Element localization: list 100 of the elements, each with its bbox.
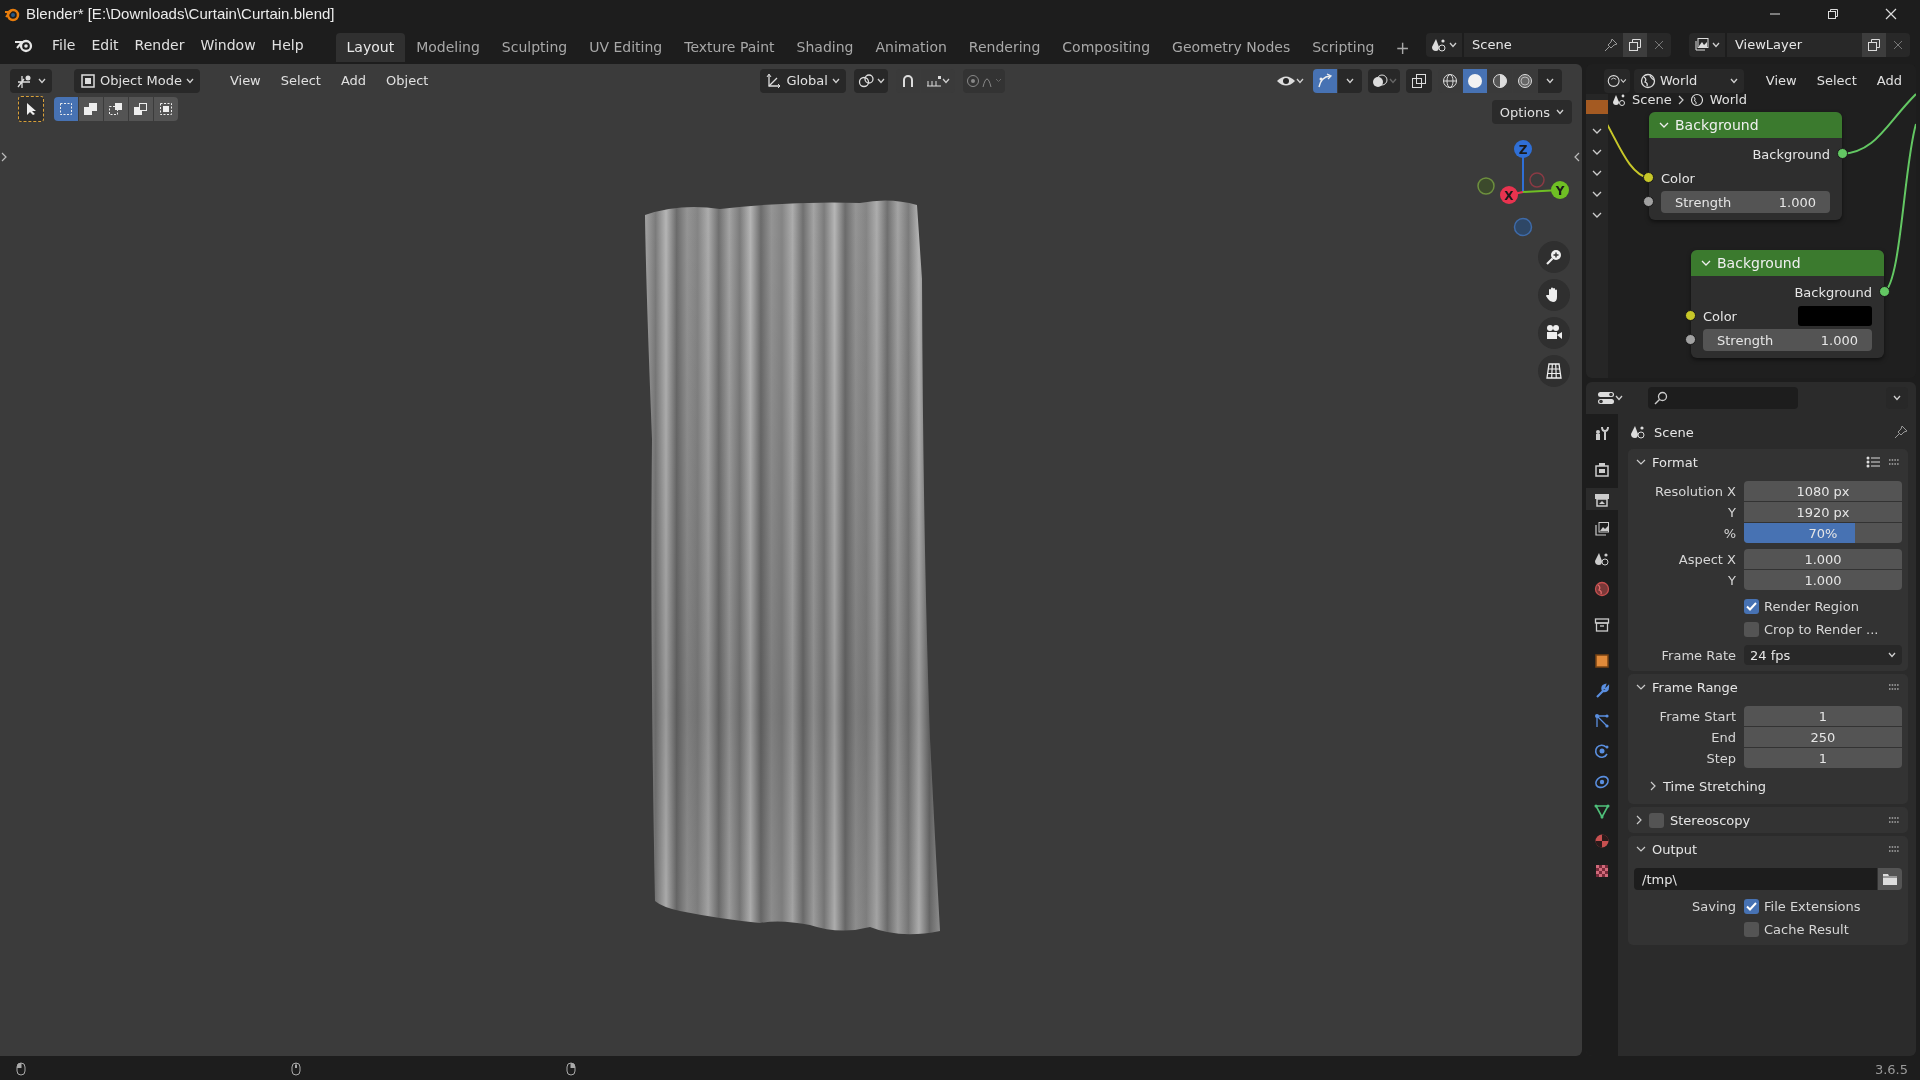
browse-button[interactable]: [1878, 868, 1902, 890]
checkbox-label[interactable]: Cache Result: [1764, 921, 1849, 937]
value-field[interactable]: Strength 1.000: [1703, 329, 1872, 351]
gizmo-toggle[interactable]: [1313, 68, 1337, 93]
chevron-down-icon[interactable]: [1636, 458, 1646, 466]
overlays-dropdown[interactable]: [1368, 68, 1400, 93]
workspace-tab[interactable]: Texture Paint: [673, 33, 786, 62]
number-field[interactable]: 1080 px: [1744, 481, 1902, 501]
number-field[interactable]: 1.000: [1744, 570, 1902, 590]
menu-item[interactable]: File: [44, 32, 84, 57]
socket-icon[interactable]: [1643, 172, 1654, 183]
panel-title[interactable]: Frame Range: [1652, 679, 1738, 695]
search-field[interactable]: [1648, 387, 1798, 409]
workspace-tab[interactable]: Scripting: [1301, 33, 1386, 62]
checkbox[interactable]: [1744, 621, 1759, 637]
path-field[interactable]: /tmp\: [1634, 868, 1877, 890]
select-mode-button[interactable]: [104, 97, 128, 121]
checkbox[interactable]: [1744, 598, 1759, 614]
menu-item[interactable]: Window: [192, 32, 264, 57]
chevron-down-icon[interactable]: [1636, 845, 1646, 853]
drag-handle-icon[interactable]: [1888, 817, 1900, 823]
workspace-tab[interactable]: Sculpting: [490, 33, 579, 62]
select-mode-button[interactable]: [54, 97, 78, 121]
menu-item[interactable]: Edit: [83, 32, 127, 57]
axis-handle[interactable]: [1513, 217, 1533, 237]
menu-item[interactable]: Help: [263, 32, 312, 57]
chevron-icon[interactable]: [1592, 212, 1602, 219]
axis-handle[interactable]: [1477, 177, 1495, 195]
color-field[interactable]: [1798, 306, 1872, 326]
select-mode-button[interactable]: [79, 97, 103, 121]
chevron-icon[interactable]: [1592, 149, 1602, 156]
shading-button[interactable]: [1463, 68, 1487, 93]
select-mode-button[interactable]: [154, 97, 178, 121]
subpanel-title[interactable]: Time Stretching: [1663, 778, 1766, 794]
menu-item[interactable]: Add: [332, 70, 375, 91]
panel-title[interactable]: Output: [1652, 841, 1698, 857]
panel-title[interactable]: Format: [1652, 454, 1698, 470]
editor-type-button[interactable]: [10, 68, 52, 93]
orientation-dropdown[interactable]: Global: [760, 68, 846, 93]
camera-view-button[interactable]: [1538, 317, 1570, 349]
chevron-right-icon[interactable]: [1650, 781, 1657, 791]
workspace-tab[interactable]: UV Editing: [578, 33, 674, 62]
name-field[interactable]: ViewLayer: [1727, 32, 1862, 57]
workspace-tab[interactable]: Compositing: [1051, 33, 1162, 62]
perspective-toggle-button[interactable]: [1538, 355, 1570, 387]
chevron-icon[interactable]: [1592, 191, 1602, 198]
drag-handle-icon[interactable]: [1888, 459, 1900, 465]
workspace-tab[interactable]: Modeling: [405, 33, 491, 62]
editor-type-button[interactable]: [1604, 68, 1630, 93]
mode-dropdown[interactable]: Object Mode: [74, 68, 200, 93]
checkbox[interactable]: [1744, 921, 1759, 937]
add-workspace-button[interactable]: +: [1385, 33, 1420, 62]
properties-tab[interactable]: [1586, 488, 1618, 510]
menu-item[interactable]: View: [1757, 70, 1805, 91]
socket-icon[interactable]: [1685, 334, 1696, 345]
workspace-tab[interactable]: Shading: [785, 33, 865, 62]
axis-handle[interactable]: [1529, 172, 1545, 188]
chevron-icon[interactable]: [1592, 128, 1602, 135]
checkbox[interactable]: [1649, 812, 1664, 828]
checkbox[interactable]: [1744, 898, 1759, 914]
breadcrumb-item[interactable]: Scene: [1632, 92, 1672, 107]
name-field[interactable]: Scene: [1464, 32, 1599, 57]
number-field[interactable]: 1: [1744, 706, 1902, 726]
selector-button[interactable]: [1689, 32, 1725, 57]
chevron-right-icon[interactable]: [1636, 815, 1643, 825]
drag-handle-icon[interactable]: [1888, 846, 1900, 852]
options-dropdown[interactable]: Options: [1491, 100, 1572, 124]
checkbox-label[interactable]: Render Region: [1764, 598, 1859, 614]
duplicate-button[interactable]: [1623, 32, 1647, 57]
menu-item[interactable]: Select: [1808, 70, 1865, 91]
socket-icon[interactable]: [1879, 286, 1890, 297]
duplicate-button[interactable]: [1862, 32, 1886, 57]
breadcrumb-item[interactable]: World: [1709, 92, 1747, 107]
checkbox-label[interactable]: Crop to Render ...: [1764, 621, 1879, 637]
pin-icon[interactable]: [1894, 425, 1908, 439]
menu-item[interactable]: Object: [378, 70, 437, 91]
workspace-tab[interactable]: Geometry Nodes: [1161, 33, 1302, 62]
proportional-edit-toggle[interactable]: [962, 68, 1005, 93]
checkbox-label[interactable]: File Extensions: [1764, 898, 1861, 914]
xray-toggle[interactable]: [1406, 68, 1432, 93]
frame-rate-dropdown[interactable]: 24 fps: [1744, 645, 1902, 665]
remove-button[interactable]: [1647, 32, 1671, 57]
pan-button[interactable]: [1538, 279, 1570, 311]
select-tool-button[interactable]: [18, 96, 44, 122]
list-icon[interactable]: [1866, 456, 1880, 468]
menu-item[interactable]: Render: [126, 32, 193, 57]
number-field[interactable]: 250: [1744, 727, 1902, 747]
socket-icon[interactable]: [1643, 196, 1654, 207]
select-mode-button[interactable]: [129, 97, 153, 121]
zoom-button[interactable]: [1538, 241, 1570, 273]
workspace-tab[interactable]: Animation: [864, 33, 958, 62]
shader-node[interactable]: Background Background Color Strength 1.000: [1691, 250, 1884, 358]
slider-field[interactable]: 70%: [1744, 523, 1902, 543]
chevron-icon[interactable]: [1592, 170, 1602, 177]
selector-button[interactable]: [1426, 32, 1462, 57]
workspace-tab[interactable]: Layout: [335, 33, 406, 62]
workspace-tab[interactable]: Rendering: [957, 33, 1052, 62]
socket-icon[interactable]: [1685, 310, 1696, 321]
remove-button[interactable]: [1886, 32, 1910, 57]
panel-title[interactable]: Stereoscopy: [1670, 812, 1751, 828]
